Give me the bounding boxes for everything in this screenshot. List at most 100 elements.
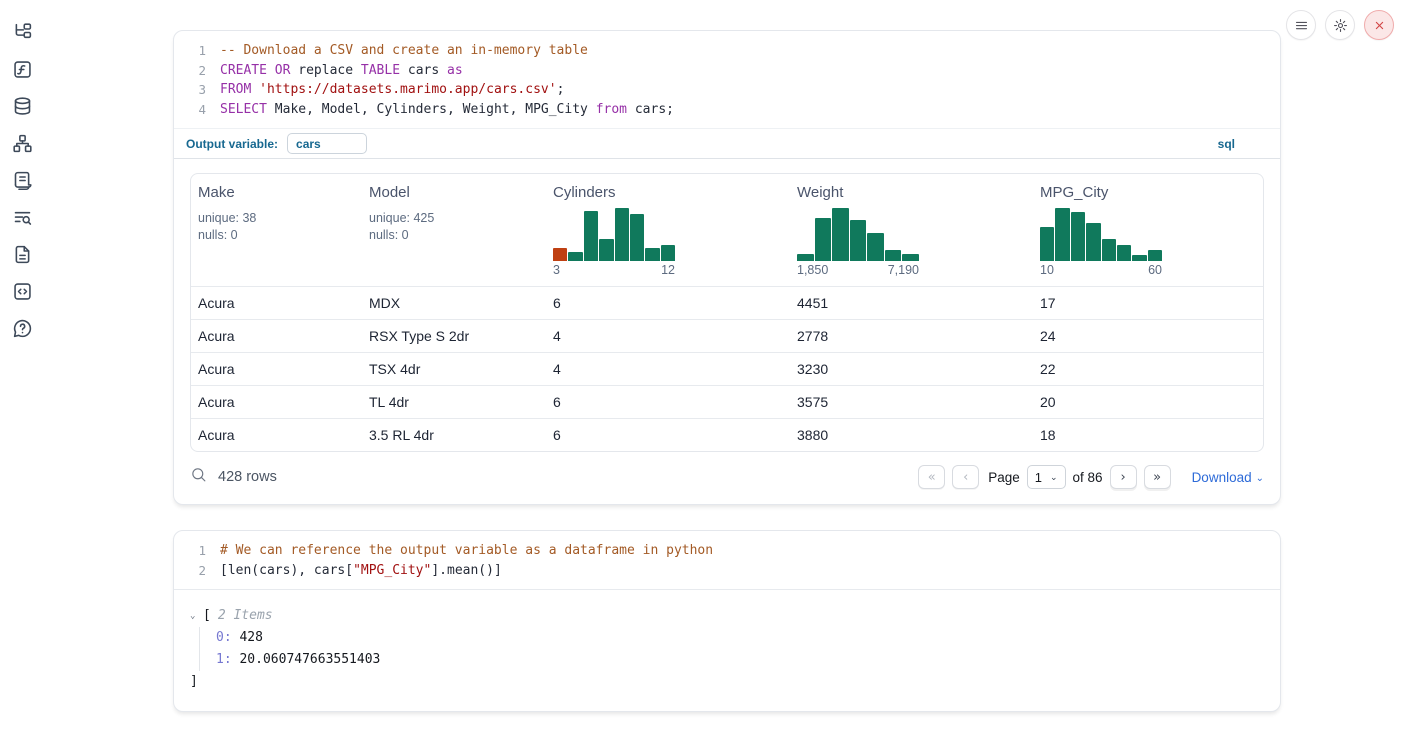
table-header-row: Make unique: 38nulls: 0 Model unique: 42… xyxy=(191,174,1263,286)
page-label: Page xyxy=(988,470,1020,485)
page-select[interactable]: 1 ⌄ xyxy=(1027,465,1066,489)
close-bracket: ] xyxy=(190,671,1264,693)
line-number: 1 xyxy=(174,541,206,561)
settings-button[interactable] xyxy=(1325,10,1355,40)
code-text: # We can reference the output variable a… xyxy=(206,541,713,561)
prev-page-icon: ‹ xyxy=(963,470,968,485)
tree-entry: 1: 20.060747663551403 xyxy=(216,649,1264,671)
histogram-bar xyxy=(568,252,582,261)
code-line: 4 SELECT Make, Model, Cylinders, Weight,… xyxy=(174,100,1280,120)
chevron-down-icon: ⌄ xyxy=(1256,473,1264,484)
file-explorer-icon[interactable] xyxy=(12,22,33,43)
histogram-bar xyxy=(1086,223,1100,261)
cylinders-histogram[interactable]: 312 xyxy=(553,208,675,277)
mpg-city-histogram[interactable]: 1060 xyxy=(1040,208,1162,277)
data-table: Make unique: 38nulls: 0 Model unique: 42… xyxy=(190,173,1264,452)
collapse-chevron-icon[interactable]: ⌄ xyxy=(190,605,203,627)
histogram-bar xyxy=(815,218,832,261)
window-controls xyxy=(1286,10,1394,40)
close-icon xyxy=(1372,18,1387,33)
column-header-model[interactable]: Model unique: 425nulls: 0 xyxy=(362,184,546,286)
histogram-bar xyxy=(832,208,849,261)
histogram-bar xyxy=(1071,212,1085,261)
histogram-bar xyxy=(797,254,814,261)
histogram-bar xyxy=(1040,227,1054,261)
python-code-editor[interactable]: 1 # We can reference the output variable… xyxy=(174,531,1280,589)
gear-icon xyxy=(1333,18,1348,33)
histogram-bar xyxy=(599,239,613,261)
histogram-bar xyxy=(1055,208,1069,261)
datasources-icon[interactable] xyxy=(12,96,33,117)
histogram-bar xyxy=(850,220,867,261)
sql-cell: 1 -- Download a CSV and create an in-mem… xyxy=(173,30,1281,505)
language-badge: sql xyxy=(1218,137,1235,151)
sidebar xyxy=(0,0,44,729)
code-line: 3 FROM 'https://datasets.marimo.app/cars… xyxy=(174,80,1280,100)
last-page-icon: » xyxy=(1153,470,1161,485)
functions-icon[interactable] xyxy=(12,59,33,80)
table-footer: 428 rows « ‹ Page 1 ⌄ of 86 › » Download… xyxy=(174,452,1280,504)
histogram-bar xyxy=(630,214,644,261)
table-row[interactable]: AcuraTL 4dr6357520 xyxy=(191,385,1263,418)
column-header-cylinders[interactable]: Cylinders 312 xyxy=(546,184,790,286)
histogram-bar xyxy=(867,233,884,261)
column-header-mpg-city[interactable]: MPG_City 1060 xyxy=(1033,184,1263,286)
page-total: of 86 xyxy=(1073,470,1103,485)
next-page-icon: › xyxy=(1120,470,1125,485)
documentation-icon[interactable] xyxy=(12,244,33,265)
first-page-icon: « xyxy=(928,470,936,485)
snippets-icon[interactable] xyxy=(12,281,33,302)
python-output: ⌄ [ 2 Items 0: 428 1: 20.060747663551403… xyxy=(174,589,1280,711)
code-text: SELECT Make, Model, Cylinders, Weight, M… xyxy=(206,100,674,120)
open-bracket: [ xyxy=(203,605,211,627)
output-variable-input[interactable] xyxy=(287,133,367,154)
histogram-bar xyxy=(645,248,659,261)
column-header-make[interactable]: Make unique: 38nulls: 0 xyxy=(191,184,362,286)
tree-children: 0: 428 1: 20.060747663551403 xyxy=(199,627,1264,671)
help-icon[interactable] xyxy=(12,318,33,339)
column-header-weight[interactable]: Weight 1,8507,190 xyxy=(790,184,1033,286)
first-page-button[interactable]: « xyxy=(918,465,945,489)
dependency-graph-icon[interactable] xyxy=(12,133,33,154)
prev-page-button[interactable]: ‹ xyxy=(952,465,979,489)
shutdown-button[interactable] xyxy=(1364,10,1394,40)
histogram-bar xyxy=(1102,239,1116,261)
histogram-bar xyxy=(902,254,919,261)
histogram-bar xyxy=(615,208,629,261)
python-cell: 1 # We can reference the output variable… xyxy=(173,530,1281,712)
items-count: 2 Items xyxy=(218,605,273,627)
line-number: 4 xyxy=(174,100,206,120)
last-page-button[interactable]: » xyxy=(1144,465,1171,489)
sql-code-editor[interactable]: 1 -- Download a CSV and create an in-mem… xyxy=(174,31,1280,128)
scratchpad-icon[interactable] xyxy=(12,170,33,191)
code-text: -- Download a CSV and create an in-memor… xyxy=(206,41,588,61)
table-row[interactable]: AcuraTSX 4dr4323022 xyxy=(191,352,1263,385)
histogram-bar xyxy=(553,248,567,261)
code-line: 1 -- Download a CSV and create an in-mem… xyxy=(174,41,1280,61)
menu-button[interactable] xyxy=(1286,10,1316,40)
code-text: FROM 'https://datasets.marimo.app/cars.c… xyxy=(206,80,564,100)
line-number: 1 xyxy=(174,41,206,61)
chevron-down-icon: ⌄ xyxy=(1050,472,1058,483)
next-page-button[interactable]: › xyxy=(1110,465,1137,489)
table-row[interactable]: Acura3.5 RL 4dr6388018 xyxy=(191,418,1263,451)
line-number: 2 xyxy=(174,61,206,81)
line-number: 2 xyxy=(174,561,206,581)
menu-icon xyxy=(1294,18,1309,33)
code-line: 2 CREATE OR replace TABLE cars as xyxy=(174,61,1280,81)
logs-icon[interactable] xyxy=(12,207,33,228)
code-line: 1 # We can reference the output variable… xyxy=(174,541,1280,561)
download-button[interactable]: Download ⌄ xyxy=(1192,470,1264,485)
output-variable-label: Output variable: xyxy=(186,137,278,151)
table-row[interactable]: AcuraRSX Type S 2dr4277824 xyxy=(191,319,1263,352)
histogram-bar xyxy=(584,211,598,261)
code-text: [len(cars), cars["MPG_City"].mean()] xyxy=(206,561,502,581)
search-icon[interactable] xyxy=(190,466,207,488)
pagination: « ‹ Page 1 ⌄ of 86 › » Download ⌄ xyxy=(918,465,1264,489)
notebook-area: 1 -- Download a CSV and create an in-mem… xyxy=(173,0,1281,712)
weight-histogram[interactable]: 1,8507,190 xyxy=(797,208,919,277)
histogram-bar xyxy=(1148,250,1162,261)
histogram-bar xyxy=(1132,255,1146,261)
table-row[interactable]: AcuraMDX6445117 xyxy=(191,286,1263,319)
tree-entry: 0: 428 xyxy=(216,627,1264,649)
